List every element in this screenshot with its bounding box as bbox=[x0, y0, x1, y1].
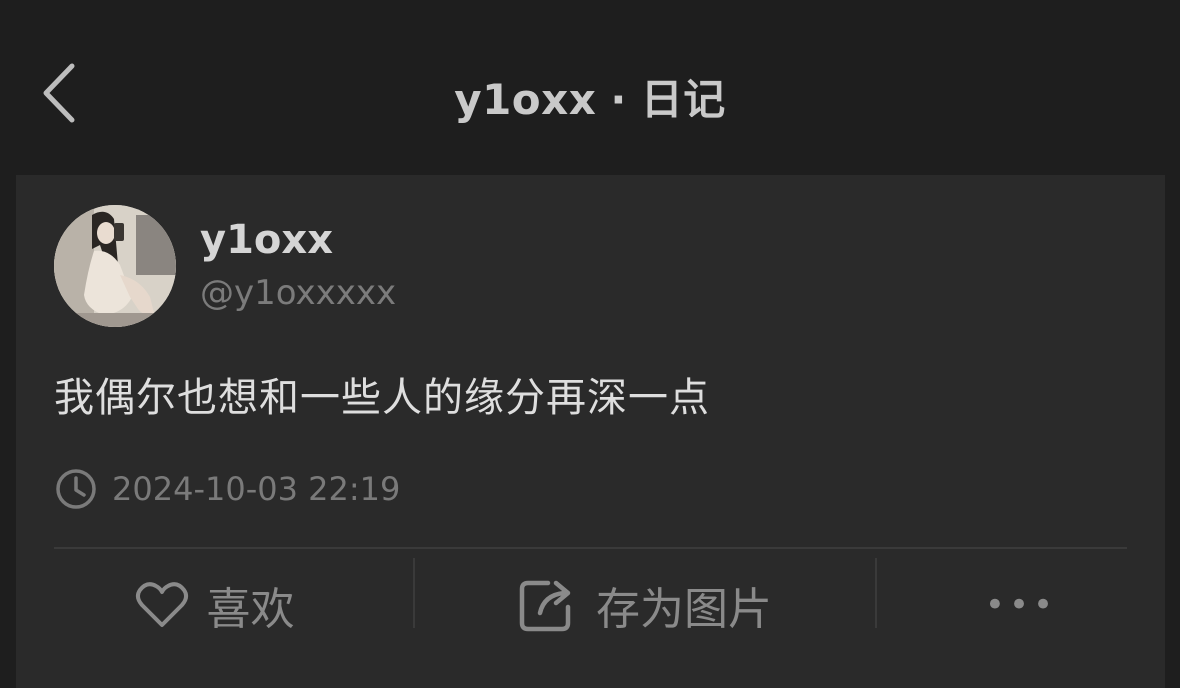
avatar-photo bbox=[54, 205, 176, 327]
header-section: 日记 bbox=[640, 75, 726, 124]
post-timestamp: 2024-10-03 22:19 bbox=[112, 470, 401, 508]
clock-icon bbox=[56, 469, 96, 509]
top-navigation-bar: y1oxx · 日记 bbox=[0, 0, 1180, 175]
author-handle: @y1oxxxxx bbox=[200, 273, 397, 313]
header-username: y1oxx bbox=[454, 75, 597, 124]
post-timestamp-row: 2024-10-03 22:19 bbox=[54, 467, 400, 511]
author-display-name[interactable]: y1oxx bbox=[200, 217, 333, 263]
heart-icon bbox=[135, 582, 188, 627]
avatar[interactable] bbox=[54, 205, 176, 327]
more-options-button[interactable]: ••• bbox=[877, 550, 1165, 660]
save-as-image-button[interactable]: 存为图片 bbox=[415, 550, 875, 660]
action-bar: 喜欢 存为图片 ••• bbox=[16, 550, 1165, 688]
like-button[interactable]: 喜欢 bbox=[16, 550, 413, 660]
page-title: y1oxx · 日记 bbox=[0, 66, 1180, 127]
more-dots-icon: ••• bbox=[984, 585, 1058, 625]
divider bbox=[54, 547, 1127, 549]
post-card: y1oxx @y1oxxxxx 我偶尔也想和一些人的缘分再深一点 2024-10… bbox=[16, 175, 1165, 688]
share-image-icon bbox=[519, 580, 571, 632]
header-separator: · bbox=[610, 75, 627, 124]
diary-screen: y1oxx · 日记 y1oxx @y1oxxxxx 我偶尔也想和一些人的缘分再深一… bbox=[0, 0, 1180, 688]
like-label: 喜欢 bbox=[206, 584, 295, 635]
post-content: 我偶尔也想和一些人的缘分再深一点 bbox=[54, 375, 710, 421]
save-as-image-label: 存为图片 bbox=[596, 584, 772, 635]
